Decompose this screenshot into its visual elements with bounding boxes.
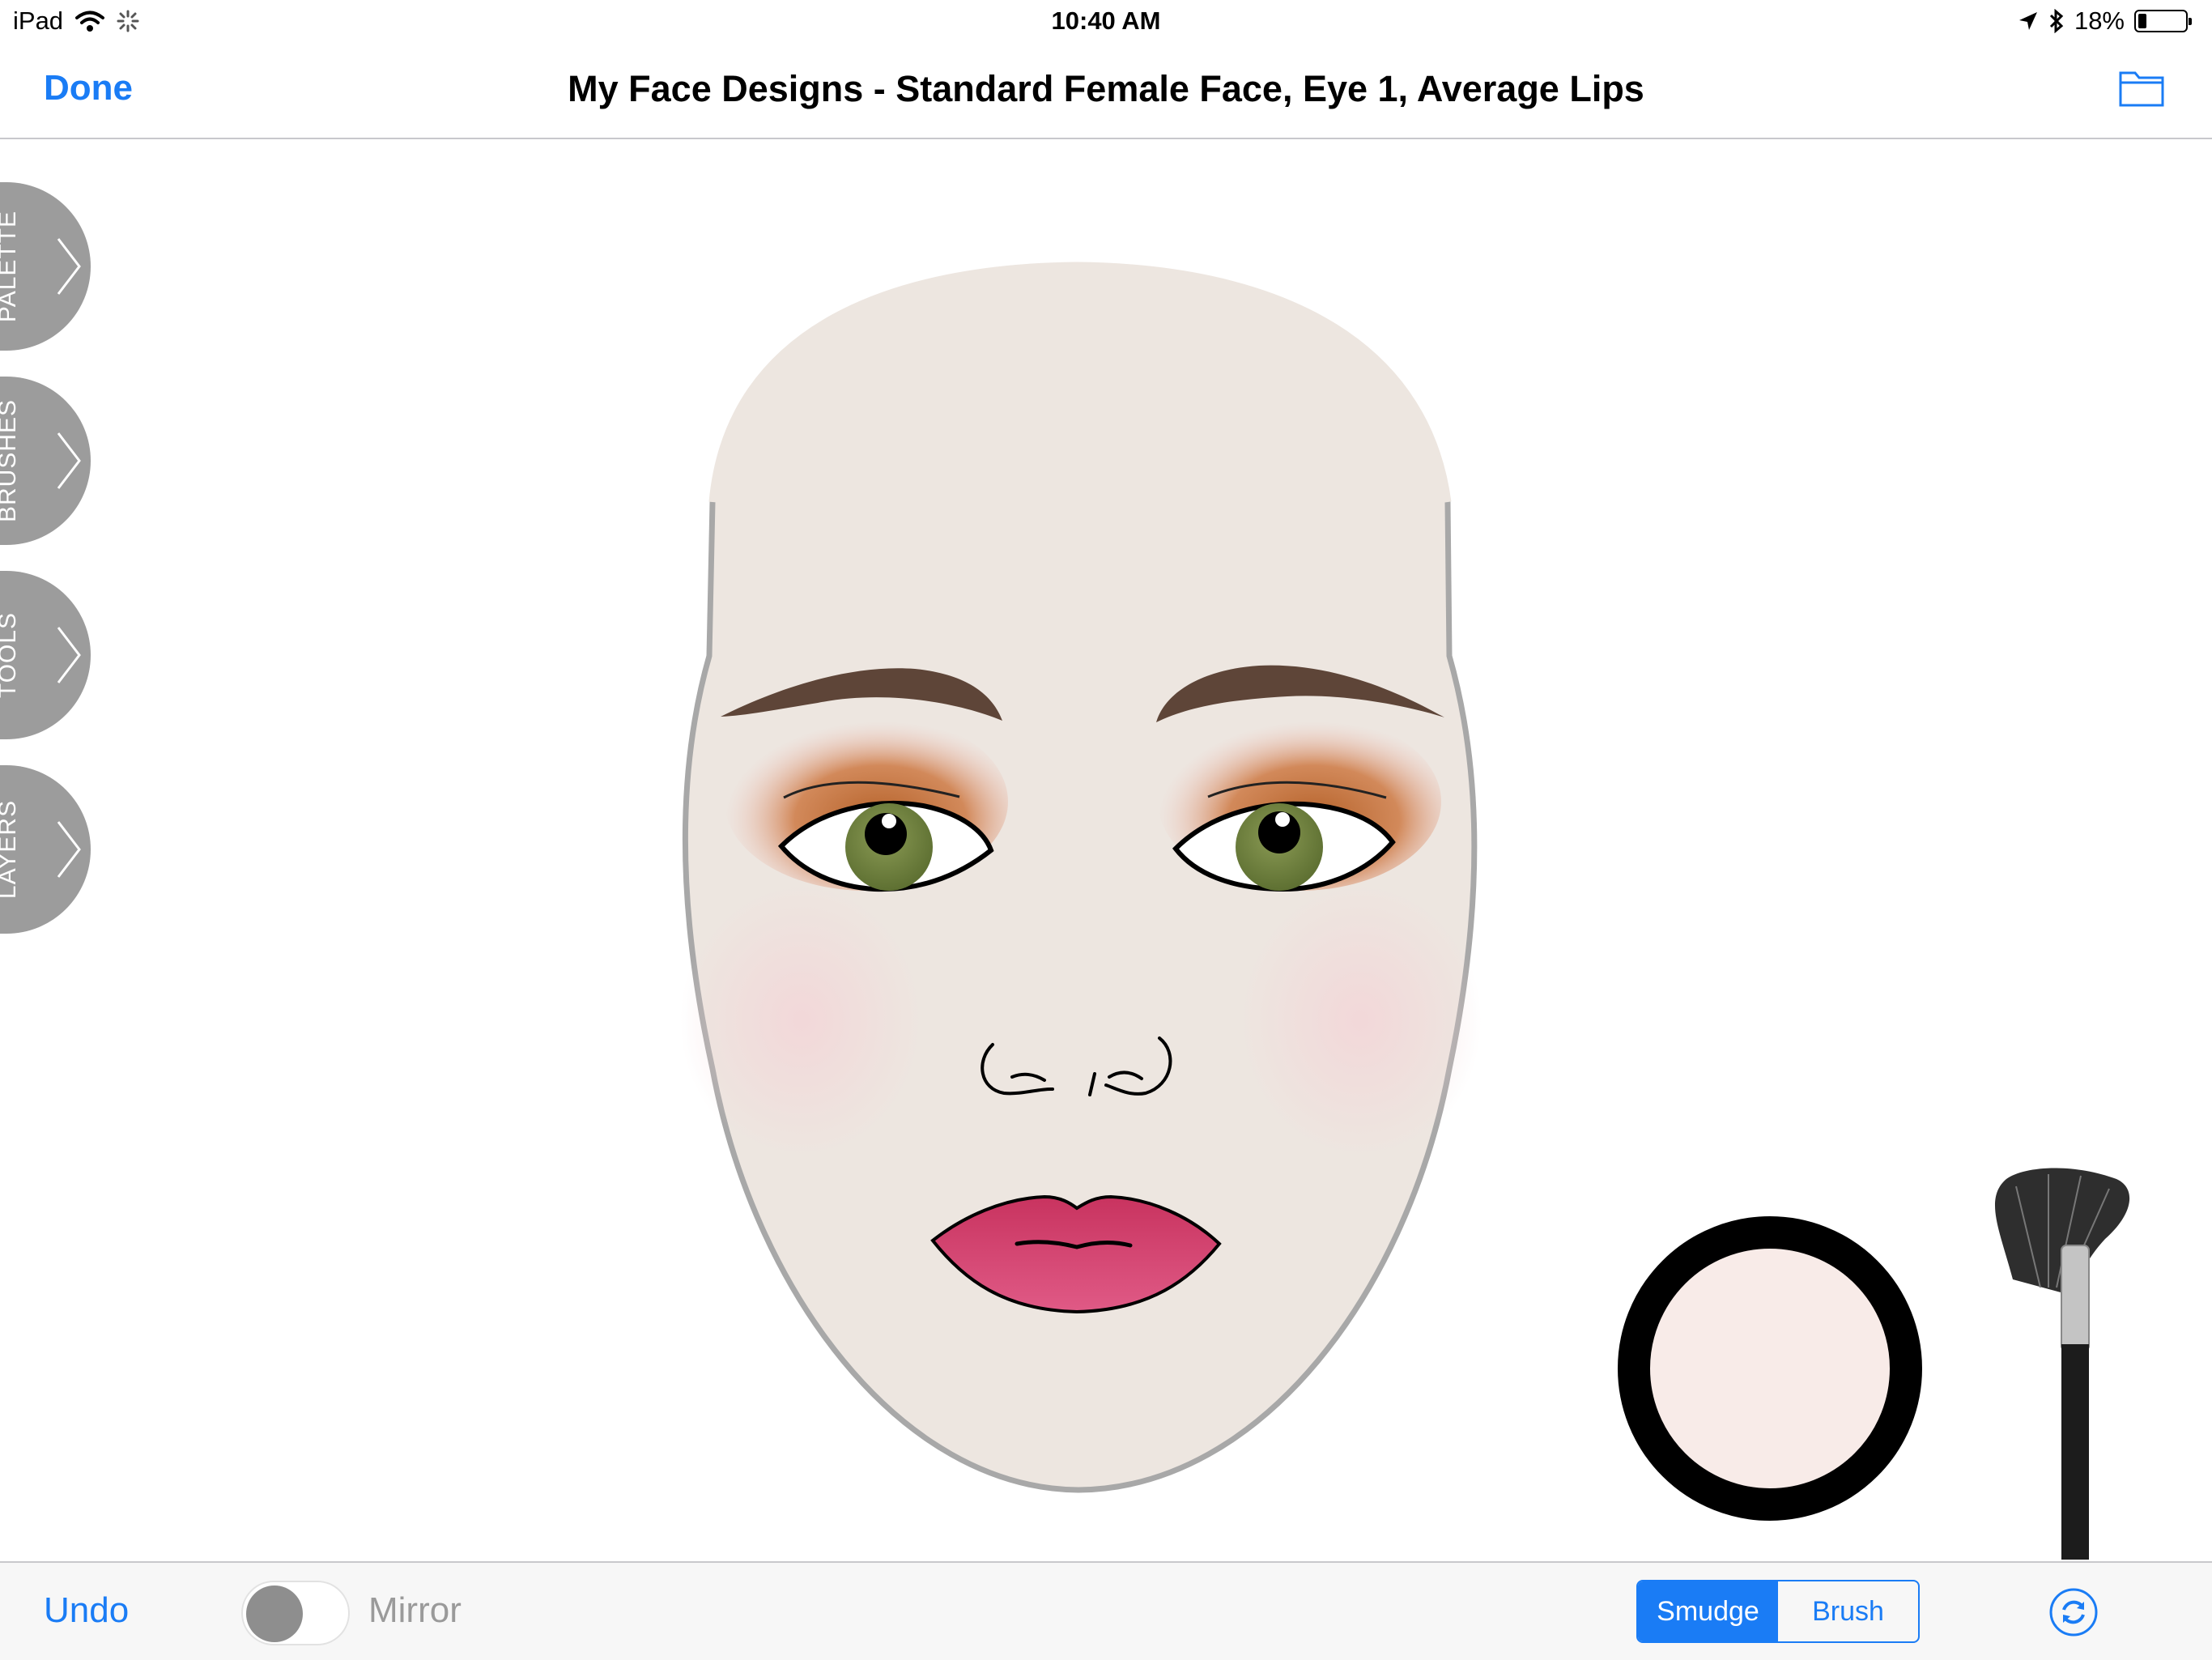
bluetooth-icon bbox=[2049, 9, 2064, 33]
fan-brush-icon[interactable] bbox=[1994, 1168, 2130, 1560]
mirror-label: Mirror bbox=[368, 1590, 462, 1630]
brush-segment[interactable]: Brush bbox=[1778, 1581, 1918, 1641]
battery-level-fill bbox=[2138, 14, 2146, 28]
blush-right bbox=[1239, 883, 1482, 1158]
navigation-bar: Done My Face Designs - Standard Female F… bbox=[0, 44, 2212, 139]
page-title: My Face Designs - Standard Female Face, … bbox=[568, 68, 1644, 109]
bottom-toolbar: Undo Mirror Smudge Brush bbox=[0, 1561, 2212, 1660]
blush-left bbox=[680, 883, 923, 1158]
battery-percent: 18% bbox=[2074, 6, 2125, 35]
mirror-toggle[interactable] bbox=[241, 1581, 350, 1645]
toggle-knob bbox=[246, 1586, 303, 1642]
location-arrow-icon bbox=[2018, 12, 2037, 30]
selected-color-swatch[interactable] bbox=[1618, 1216, 1922, 1521]
mode-segmented-control: Smudge Brush bbox=[1636, 1580, 1920, 1643]
refresh-icon[interactable] bbox=[2048, 1587, 2099, 1637]
status-time: 10:40 AM bbox=[1051, 6, 1161, 35]
folder-icon[interactable] bbox=[2118, 66, 2165, 109]
undo-button[interactable]: Undo bbox=[44, 1590, 129, 1631]
face-drawing-canvas[interactable] bbox=[0, 139, 2212, 1560]
status-bar: iPad 10:40 AM 18% bbox=[0, 0, 2212, 44]
battery-icon bbox=[2134, 10, 2192, 32]
smudge-segment[interactable]: Smudge bbox=[1638, 1581, 1778, 1641]
